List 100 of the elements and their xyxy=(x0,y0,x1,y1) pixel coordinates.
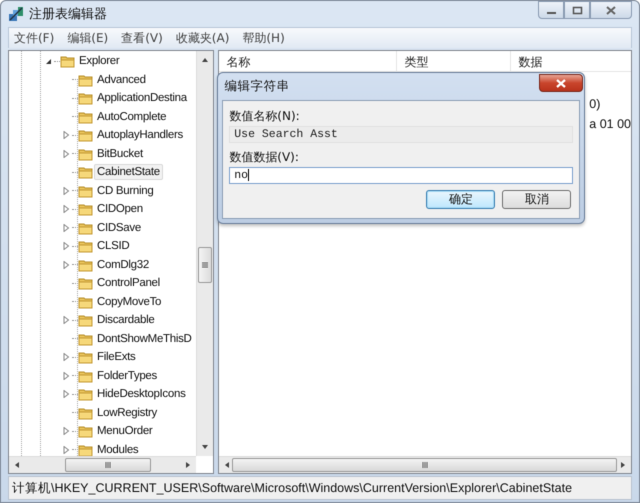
ok-button[interactable]: 确定 xyxy=(426,190,496,209)
folder-icon xyxy=(78,294,93,309)
close-icon xyxy=(606,6,616,14)
menu-item[interactable]: 编辑(E) xyxy=(62,28,114,48)
tree-item[interactable]: ComDlg32 xyxy=(94,256,152,273)
maximize-icon xyxy=(572,6,582,14)
table-cell: 0) xyxy=(589,97,600,111)
tree-item[interactable]: CLSID xyxy=(94,238,132,254)
folder-icon xyxy=(78,350,93,364)
folder-icon xyxy=(78,387,93,402)
tree-item[interactable]: ApplicationDestina xyxy=(94,90,190,106)
folder-icon xyxy=(78,165,93,180)
tree-item[interactable]: FileExts xyxy=(94,349,138,366)
tree-item[interactable]: Modules xyxy=(94,442,142,456)
dialog-title: 编辑字符串 xyxy=(224,78,290,95)
folder-icon xyxy=(78,332,93,346)
scroll-thumb[interactable] xyxy=(198,247,212,283)
folder-icon xyxy=(78,368,93,383)
tree-item[interactable]: CIDOpen xyxy=(94,201,146,218)
tree-item[interactable]: BitBucket xyxy=(94,146,146,162)
folder-icon xyxy=(78,406,93,420)
folder-icon xyxy=(78,184,93,198)
scroll-up-icon[interactable] xyxy=(201,57,210,63)
expand-arrow-icon[interactable] xyxy=(62,224,70,232)
tree-item[interactable]: MenuOrder xyxy=(94,423,156,440)
horizontal-scrollbar[interactable] xyxy=(9,456,196,473)
collapse-arrow-icon[interactable] xyxy=(44,58,52,65)
tree-item[interactable]: HideDesktopIcons xyxy=(94,386,189,402)
expand-arrow-icon[interactable] xyxy=(62,242,70,250)
minimize-icon xyxy=(546,12,556,14)
scroll-down-icon[interactable] xyxy=(201,444,210,450)
scroll-thumb[interactable] xyxy=(232,458,618,472)
tree-item[interactable]: FolderTypes xyxy=(94,368,160,384)
menu-item[interactable]: 文件(F) xyxy=(9,28,60,48)
folder-icon xyxy=(78,146,93,161)
field-label: 数值名称(N): xyxy=(229,108,301,124)
value-field[interactable]: no xyxy=(229,167,574,184)
close-button[interactable] xyxy=(539,74,584,92)
window-title: 注册表编辑器 xyxy=(29,5,107,23)
tree-item[interactable]: AutoComplete xyxy=(94,108,170,125)
cancel-button[interactable]: 取消 xyxy=(502,190,572,209)
vertical-scrollbar[interactable] xyxy=(196,51,214,456)
tree-item[interactable]: Explorer xyxy=(76,53,122,70)
menu-item[interactable]: 帮助(H) xyxy=(237,28,290,48)
folder-icon xyxy=(78,239,93,254)
field-label: 数值数据(V): xyxy=(229,149,300,165)
scroll-right-icon[interactable] xyxy=(185,461,192,469)
expand-arrow-icon[interactable] xyxy=(62,131,70,140)
minimize-button[interactable] xyxy=(538,1,564,19)
tree-item[interactable]: LowRegistry xyxy=(94,404,160,421)
grip-icon xyxy=(105,461,111,469)
grip-icon xyxy=(422,461,428,469)
folder-icon xyxy=(78,72,93,87)
close-button[interactable] xyxy=(590,1,632,19)
folder-icon xyxy=(78,258,93,272)
menu-item[interactable]: 收藏夹(A) xyxy=(170,28,234,48)
tree-item[interactable]: AutoplayHandlers xyxy=(94,127,186,144)
scroll-left-icon[interactable] xyxy=(14,461,20,469)
folder-icon xyxy=(78,91,93,106)
field-value: no xyxy=(234,169,248,182)
expand-arrow-icon[interactable] xyxy=(62,390,70,398)
folder-icon xyxy=(78,220,93,235)
tree-item[interactable]: CD Burning xyxy=(94,182,156,199)
table-cell: a 01 00 xyxy=(589,117,631,131)
app-icon xyxy=(8,6,24,22)
folder-icon xyxy=(78,313,93,328)
column-header[interactable]: 名称 xyxy=(219,51,398,71)
column-header[interactable]: 数据 xyxy=(511,51,631,71)
tree-item[interactable]: DontShowMeThisD xyxy=(94,330,195,347)
tree-item[interactable]: Discardable xyxy=(94,312,158,328)
expand-arrow-icon[interactable] xyxy=(62,150,70,158)
tree-item[interactable]: CIDSave xyxy=(94,220,144,236)
tree-item[interactable]: Advanced xyxy=(94,72,149,88)
tree-item[interactable]: CabinetState xyxy=(94,164,163,180)
scroll-thumb[interactable] xyxy=(65,458,151,472)
folder-icon xyxy=(78,276,93,290)
grip-icon xyxy=(201,262,210,268)
name-field: Use Search Asst xyxy=(229,126,574,143)
expand-arrow-icon[interactable] xyxy=(62,353,70,362)
expand-arrow-icon[interactable] xyxy=(62,372,70,380)
expand-arrow-icon[interactable] xyxy=(62,316,70,324)
expand-arrow-icon[interactable] xyxy=(62,205,70,214)
expand-arrow-icon[interactable] xyxy=(62,446,70,454)
folder-icon xyxy=(78,128,93,142)
folder-icon xyxy=(60,54,75,68)
status-path: 计算机\HKEY_CURRENT_USER\Software\Microsoft\Windows\CurrentVersion\Explorer\CabinetState xyxy=(12,480,572,496)
menu-item[interactable]: 查看(V) xyxy=(116,28,168,48)
expand-arrow-icon[interactable] xyxy=(62,260,70,269)
tree-item[interactable]: ControlPanel xyxy=(94,275,163,292)
tree-item[interactable]: CopyMoveTo xyxy=(94,294,164,310)
folder-icon xyxy=(78,202,93,216)
close-icon xyxy=(556,78,566,88)
expand-arrow-icon[interactable] xyxy=(62,427,70,436)
maximize-button[interactable] xyxy=(564,1,590,19)
column-header[interactable]: 类型 xyxy=(397,51,512,71)
horizontal-scrollbar[interactable] xyxy=(219,456,631,473)
folder-icon xyxy=(78,424,93,438)
scroll-right-icon[interactable] xyxy=(620,461,626,469)
folder-icon xyxy=(78,442,93,456)
expand-arrow-icon[interactable] xyxy=(62,186,70,195)
